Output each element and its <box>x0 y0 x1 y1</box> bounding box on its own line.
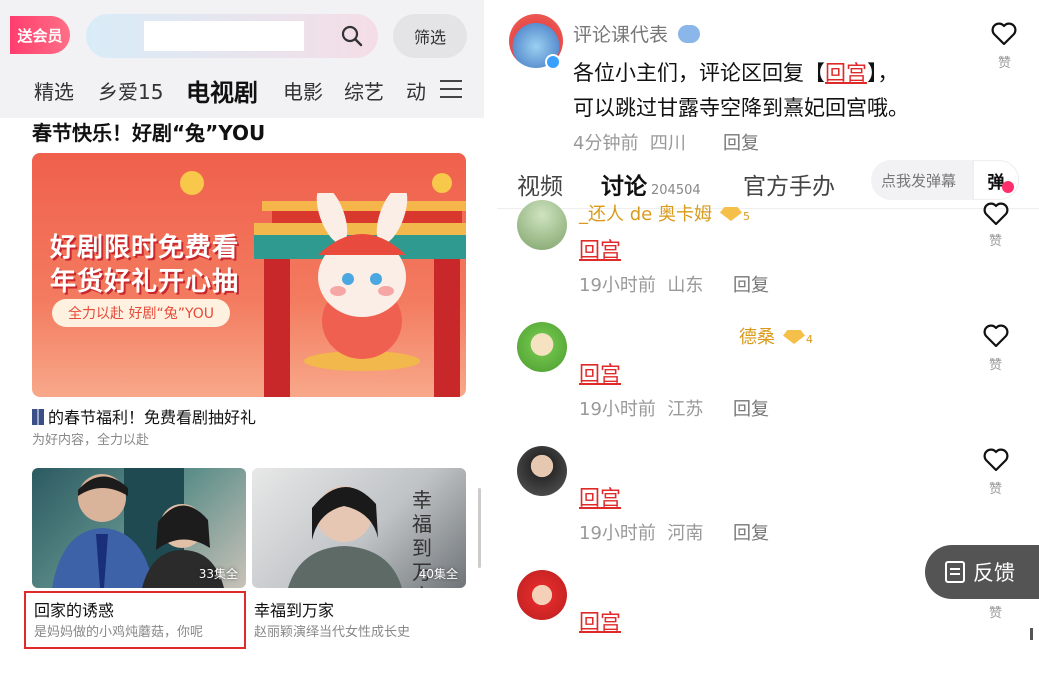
comment-text[interactable]: 回宫 <box>579 358 621 388</box>
drama-thumbnail-2[interactable]: 幸福到万家 40集全 <box>252 468 466 588</box>
search-input[interactable] <box>144 21 304 51</box>
check-icon <box>1002 181 1014 193</box>
video-app-panel: 送会员 筛选 精选 乡爱15 电视剧 电影 综艺 动 春节快乐！好剧“兔”YOU <box>0 0 484 678</box>
comment-location: 河南 <box>667 523 704 544</box>
comment-location: 江苏 <box>667 399 704 420</box>
featured-title-text: 的春节福利！免费看剧抽好礼 <box>48 408 257 427</box>
highlight-box <box>24 591 246 649</box>
screenshot-root: 送会员 筛选 精选 乡爱15 电视剧 电影 综艺 动 春节快乐！好剧“兔”YOU <box>0 0 1039 678</box>
heart-icon[interactable] <box>983 202 1009 226</box>
comment-username[interactable]: 德桑 4 <box>739 323 813 349</box>
username-text: 德桑 <box>739 327 775 348</box>
drama-thumbnail-1[interactable]: 33集全 <box>32 468 246 588</box>
promo-banner[interactable]: 好剧限时免费看 年货好礼开心抽 全力以赴 好剧“兔”YOU <box>32 153 466 397</box>
featured-title[interactable]: 的春节福利！免费看剧抽好礼 <box>32 404 256 428</box>
level-number: 4 <box>806 333 813 346</box>
comment-text-suffix: 】， <box>867 61 899 85</box>
comment-username[interactable]: 评论课代表 <box>573 20 701 47</box>
comment-text[interactable]: 回宫 <box>579 606 621 636</box>
like-label: 赞 <box>998 56 1012 71</box>
tab-merch[interactable]: 官方手办 <box>743 167 835 201</box>
level-badge-icon <box>678 25 701 43</box>
channel-tab-featured[interactable]: 精选 <box>34 76 74 105</box>
tab-discussion[interactable]: 讨论 204504 <box>601 167 701 201</box>
like-label: 赞 <box>989 606 1003 621</box>
avatar[interactable] <box>517 446 567 496</box>
comment-text-line2: 可以跳过甘露寺空降到熹妃回宫哦。 <box>573 96 909 120</box>
level-icon <box>719 207 742 221</box>
username-text: _还人 de 奥卡姆 <box>579 204 712 225</box>
comment-meta: 19小时前 江苏 <box>579 395 703 421</box>
avatar[interactable] <box>517 570 567 620</box>
comment-meta: 4分钟前 四川 <box>573 129 686 155</box>
like-label: 赞 <box>989 234 1003 249</box>
heart-icon[interactable] <box>983 448 1009 472</box>
avatar[interactable] <box>517 200 567 250</box>
comment-location: 山东 <box>667 275 704 296</box>
top-bar: 送会员 筛选 精选 乡爱15 电视剧 电影 综艺 动 <box>0 0 484 118</box>
drama-subtitle-2: 赵丽颖演绎当代女性成长史 <box>254 625 411 640</box>
channel-tab-anime[interactable]: 动 <box>406 76 426 105</box>
scrollbar[interactable] <box>1030 628 1033 640</box>
keyword-link[interactable]: 回宫 <box>825 61 867 85</box>
search-bar[interactable] <box>86 14 378 58</box>
section-title: 春节快乐！好剧“兔”YOU <box>32 121 266 145</box>
danmu-input[interactable]: 点我发弹幕 弹 <box>871 160 1019 200</box>
feedback-icon <box>945 561 965 583</box>
episode-count: 33集全 <box>198 567 238 581</box>
like-label: 赞 <box>989 482 1003 497</box>
comment-time: 4分钟前 <box>573 133 639 154</box>
like-label: 赞 <box>989 358 1003 373</box>
reply-button[interactable]: 回复 <box>733 395 769 421</box>
channel-tab-tv[interactable]: 电视剧 <box>186 73 258 108</box>
comment-username[interactable]: _还人 de 奥卡姆 5 <box>579 200 750 226</box>
rabbit-mascot-icon <box>254 193 466 397</box>
danmu-toggle-button[interactable]: 弹 <box>973 160 1019 200</box>
comment-time: 19小时前 <box>579 523 656 544</box>
level-number: 5 <box>742 210 750 223</box>
search-icon[interactable] <box>340 24 364 48</box>
verified-icon <box>545 54 561 70</box>
tab-discussion-label: 讨论 <box>601 174 647 200</box>
level-icon <box>783 330 805 344</box>
channel-tab-variety[interactable]: 综艺 <box>344 76 384 105</box>
discussion-count: 204504 <box>651 183 701 198</box>
feedback-label: 反馈 <box>973 561 1015 585</box>
heart-icon[interactable] <box>991 22 1017 46</box>
reply-button[interactable]: 回复 <box>723 129 759 155</box>
featured-subtitle: 为好内容，全力以赴 <box>32 433 150 448</box>
tab-video[interactable]: 视频 <box>517 167 563 201</box>
feedback-button[interactable]: 反馈 <box>925 545 1039 599</box>
banner-headline-1: 好剧限时免费看 <box>50 233 240 263</box>
comment-time: 19小时前 <box>579 275 656 296</box>
comment-text[interactable]: 回宫 <box>579 234 621 264</box>
reply-button[interactable]: 回复 <box>733 519 769 545</box>
banner-headline-2: 年货好礼开心抽 <box>50 267 240 297</box>
channel-tab-movie[interactable]: 电影 <box>283 76 323 105</box>
comment-location: 四川 <box>649 133 686 154</box>
banner-slogan: 全力以赴 好剧“兔”YOU <box>52 299 231 327</box>
vip-gift-button[interactable]: 送会员 <box>10 16 70 54</box>
channel-tab-xiangai[interactable]: 乡爱15 <box>98 76 163 105</box>
episode-count: 40集全 <box>418 567 458 581</box>
comment-text-line1: 各位小主们，评论区回复【回宫】， <box>573 57 899 87</box>
comment-time: 19小时前 <box>579 399 656 420</box>
scrollbar[interactable] <box>478 488 481 568</box>
avatar[interactable] <box>517 322 567 372</box>
comment-meta: 19小时前 河南 <box>579 519 703 545</box>
comment-meta: 19小时前 山东 <box>579 271 703 297</box>
danmu-placeholder: 点我发弹幕 <box>881 172 957 190</box>
menu-icon[interactable] <box>440 80 462 100</box>
comment-text-prefix: 各位小主们，评论区回复【 <box>573 61 825 85</box>
comment-text[interactable]: 回宫 <box>579 482 621 512</box>
reply-button[interactable]: 回复 <box>733 271 769 297</box>
heart-icon[interactable] <box>983 324 1009 348</box>
filter-button[interactable]: 筛选 <box>393 14 467 58</box>
drama-title-2[interactable]: 幸福到万家 <box>254 597 334 621</box>
ribbon-icon <box>32 409 44 425</box>
comments-panel: 评论课代表 各位小主们，评论区回复【回宫】， 可以跳过甘露寺空降到熹妃回宫哦。 … <box>497 0 1039 678</box>
username-text: 评论课代表 <box>573 24 669 46</box>
